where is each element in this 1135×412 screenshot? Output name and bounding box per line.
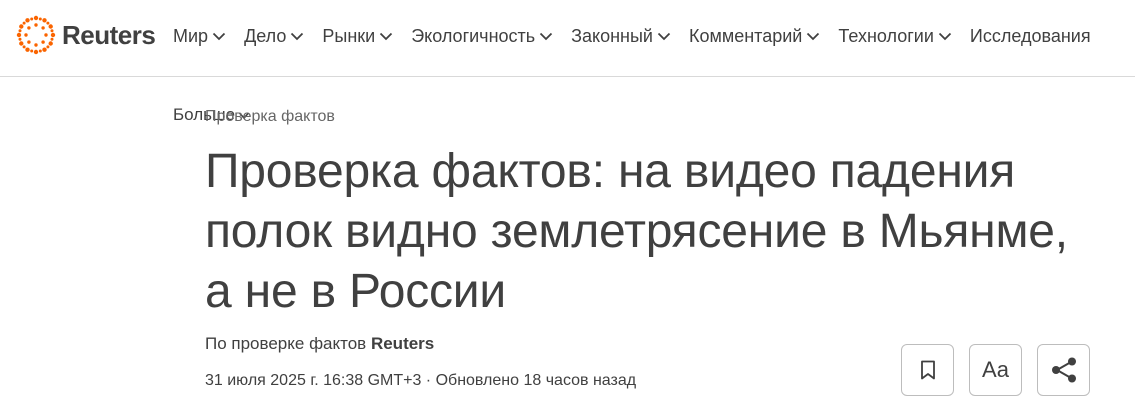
nav-item-legal[interactable]: Законный bbox=[571, 26, 671, 47]
article-tools: Aa bbox=[901, 344, 1090, 396]
site-header: Reuters Мир Дело Рынки Экологичность Зак… bbox=[0, 0, 1135, 77]
article-byline: По проверке фактов Reuters bbox=[205, 334, 434, 354]
nav-item-business[interactable]: Дело bbox=[244, 26, 304, 47]
article-dateline: 31 июля 2025 г. 16:38 GMT+3 · Обновлено … bbox=[205, 372, 637, 389]
nav-item-technology[interactable]: Технологии bbox=[838, 26, 952, 47]
byline-author[interactable]: Reuters bbox=[371, 334, 434, 353]
nav-item-label: Технологии bbox=[838, 25, 934, 46]
chevron-down-icon bbox=[380, 32, 393, 41]
bookmark-button[interactable] bbox=[901, 344, 954, 396]
chevron-down-icon bbox=[212, 32, 226, 41]
share-button[interactable] bbox=[1037, 344, 1090, 396]
chevron-down-icon bbox=[291, 32, 304, 41]
nav-item-label: Рынки bbox=[322, 25, 376, 46]
nav-item-sustainability[interactable]: Экологичность bbox=[411, 26, 553, 47]
article-kicker[interactable]: Проверка фактов bbox=[205, 108, 335, 126]
chevron-down-icon bbox=[807, 32, 820, 41]
article-headline: Проверка фактов: на видео падения полок … bbox=[205, 145, 1068, 318]
bookmark-icon bbox=[920, 360, 935, 380]
nav-item-world[interactable]: Мир bbox=[173, 26, 226, 47]
text-size-label: Aa bbox=[982, 357, 1009, 382]
reuters-logo[interactable]: Reuters bbox=[16, 14, 156, 56]
share-icon bbox=[1051, 357, 1076, 383]
chevron-down-icon bbox=[938, 32, 952, 41]
text-size-button[interactable]: Aa bbox=[969, 344, 1022, 396]
byline-prefix: По проверке фактов bbox=[205, 334, 367, 353]
chevron-down-icon bbox=[657, 32, 671, 41]
nav-item-label: Исследования bbox=[969, 25, 1091, 46]
nav-item-markets[interactable]: Рынки bbox=[322, 26, 393, 47]
nav-item-investigations[interactable]: Исследования bbox=[970, 26, 1091, 47]
nav-item-label: Комментарий bbox=[688, 25, 803, 46]
nav-item-label: Законный bbox=[571, 25, 653, 46]
nav-item-commentary[interactable]: Комментарий bbox=[689, 26, 820, 47]
chevron-down-icon bbox=[540, 32, 553, 41]
main-nav: Мир Дело Рынки Экологичность Законный Ко… bbox=[173, 24, 1091, 48]
nav-item-label: Дело bbox=[244, 25, 287, 46]
nav-item-label: Мир bbox=[173, 25, 209, 46]
reuters-wordmark: Reuters bbox=[62, 19, 156, 50]
nav-item-label: Экологичность bbox=[411, 25, 536, 46]
reuters-logo-icon bbox=[16, 15, 56, 55]
